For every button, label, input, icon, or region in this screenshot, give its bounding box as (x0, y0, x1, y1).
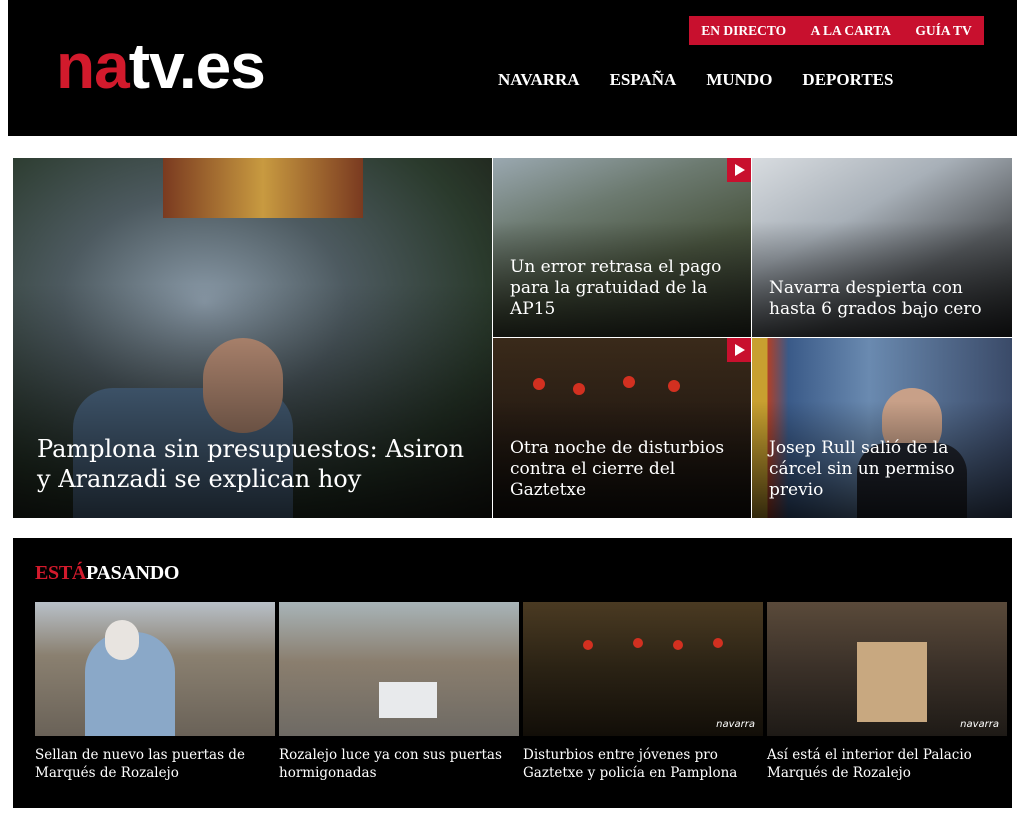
news-card[interactable]: navarra Así está el interior del Palacio… (767, 602, 1007, 782)
tile-title[interactable]: Otra noche de disturbios contra el cierr… (510, 438, 737, 501)
card-caption[interactable]: Sellan de nuevo las puertas de Marqués d… (35, 746, 275, 782)
watermark: navarra (960, 719, 999, 730)
helmet-image (623, 376, 635, 388)
site-logo[interactable]: natv.es (56, 34, 266, 98)
nav-mundo[interactable]: MUNDO (706, 70, 772, 90)
play-icon[interactable] (727, 158, 751, 182)
featured-tile-frio[interactable]: Navarra despierta con hasta 6 grados baj… (752, 158, 1012, 337)
featured-main-story[interactable]: Pamplona sin presupuestos: Asiron y Aran… (13, 158, 492, 518)
news-card[interactable]: Rozalejo luce ya con sus puertas hormigo… (279, 602, 519, 782)
title-red: ESTÁ (35, 562, 87, 584)
helmet-image (533, 378, 545, 390)
card-caption[interactable]: Así está el interior del Palacio Marqués… (767, 746, 1007, 782)
card-caption[interactable]: Disturbios entre jóvenes pro Gaztetxe y … (523, 746, 763, 782)
featured-tile-rull[interactable]: Josep Rull salió de la cárcel sin un per… (752, 338, 1012, 518)
card-thumbnail[interactable]: navarra (767, 602, 1007, 736)
stained-glass-image (163, 158, 363, 218)
link-guia-tv[interactable]: GUÍA TV (915, 23, 971, 39)
helmet-image (673, 640, 683, 650)
watermark: navarra (716, 719, 755, 730)
main-nav: NAVARRA ESPAÑA MUNDO DEPORTES (498, 70, 923, 90)
featured-tile-ap15[interactable]: Un error retrasa el pago para la gratuid… (493, 158, 751, 337)
featured-tile-disturbios[interactable]: Otra noche de disturbios contra el cierr… (493, 338, 751, 518)
title-white: PASANDO (86, 562, 180, 584)
play-icon[interactable] (727, 338, 751, 362)
news-card[interactable]: navarra Disturbios entre jóvenes pro Gaz… (523, 602, 763, 782)
logo-na: na (56, 30, 130, 102)
card-thumbnail[interactable] (279, 602, 519, 736)
helmet-image (633, 638, 643, 648)
card-thumbnail[interactable] (35, 602, 275, 736)
nav-deportes[interactable]: DEPORTES (802, 70, 893, 90)
card-caption[interactable]: Rozalejo luce ya con sus puertas hormigo… (279, 746, 519, 782)
site-header: natv.es EN DIRECTO A LA CARTA GUÍA TV NA… (8, 0, 1017, 136)
link-a-la-carta[interactable]: A LA CARTA (811, 23, 891, 39)
esta-pasando-section: ESTÁPASANDO Sellan de nuevo las puertas … (13, 538, 1012, 808)
hat-image (105, 620, 139, 660)
helmet-image (583, 640, 593, 650)
van-image (379, 682, 437, 718)
nav-espana[interactable]: ESPAÑA (610, 70, 677, 90)
section-title: ESTÁPASANDO (35, 562, 179, 585)
logo-tv: tv.es (128, 30, 266, 102)
featured-main-title[interactable]: Pamplona sin presupuestos: Asiron y Aran… (37, 434, 478, 494)
top-links-bar: EN DIRECTO A LA CARTA GUÍA TV (689, 16, 984, 45)
helmet-image (668, 380, 680, 392)
link-en-directo[interactable]: EN DIRECTO (701, 23, 786, 39)
helmet-image (573, 383, 585, 395)
tile-title[interactable]: Josep Rull salió de la cárcel sin un per… (769, 438, 998, 501)
news-card[interactable]: Sellan de nuevo las puertas de Marqués d… (35, 602, 275, 782)
tile-title[interactable]: Un error retrasa el pago para la gratuid… (510, 257, 737, 320)
nav-navarra[interactable]: NAVARRA (498, 70, 580, 90)
card-thumbnail[interactable]: navarra (523, 602, 763, 736)
helmet-image (713, 638, 723, 648)
wood-frame-image (857, 642, 927, 722)
tile-title[interactable]: Navarra despierta con hasta 6 grados baj… (769, 278, 998, 320)
